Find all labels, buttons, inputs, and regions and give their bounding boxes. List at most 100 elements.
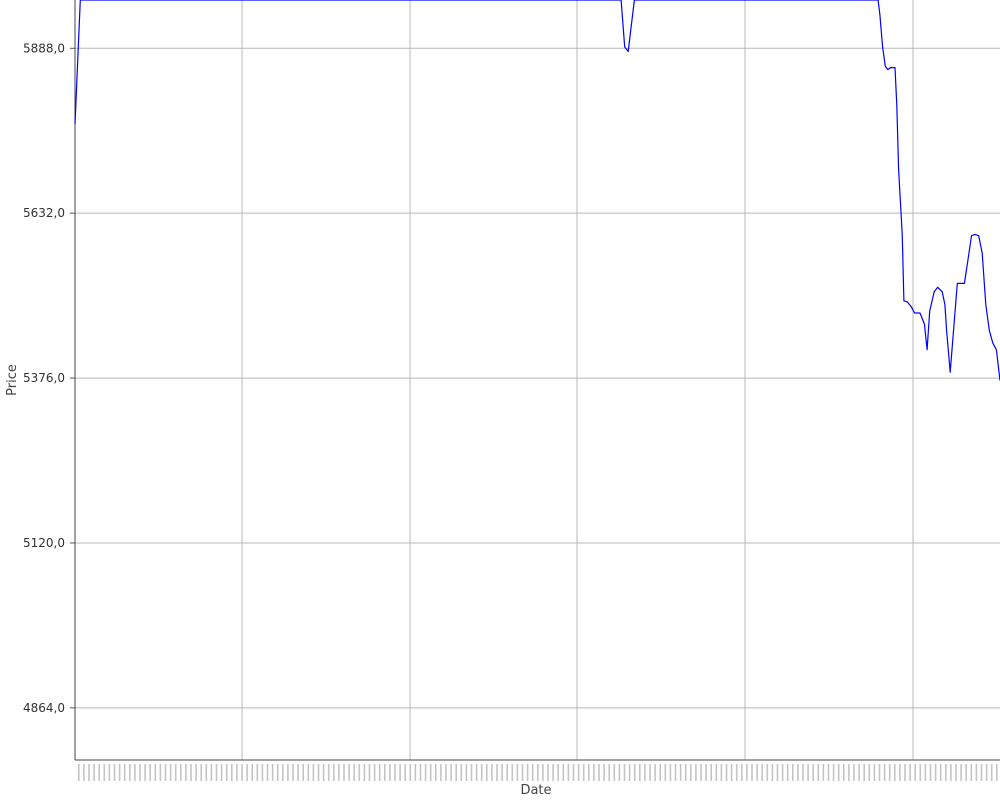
x-tick-label <box>496 764 498 781</box>
x-tick-label <box>327 764 330 781</box>
x-tick-label <box>945 764 947 781</box>
x-tick-label <box>690 764 692 781</box>
x-tick-label <box>924 764 927 781</box>
x-tick-label <box>577 764 580 781</box>
x-tick-label <box>700 764 702 781</box>
x-tick-label <box>225 764 228 781</box>
x-tick-label <box>822 764 825 781</box>
x-tick-label <box>343 764 345 781</box>
x-tick-label <box>470 764 473 781</box>
x-tick-label <box>440 764 442 781</box>
x-tick-label <box>460 764 463 781</box>
x-tick-label <box>414 764 417 781</box>
x-tick-label <box>292 764 294 781</box>
x-tick-label <box>215 764 218 781</box>
x-tick-label <box>751 764 753 781</box>
x-tick-label <box>567 764 570 781</box>
x-tick-label <box>409 764 412 781</box>
x-tick-label <box>781 764 784 781</box>
x-tick-label <box>679 764 682 781</box>
x-tick-label <box>185 764 187 781</box>
x-tick-label <box>863 764 865 781</box>
price-series-line <box>74 0 1000 381</box>
y-axis-title: Price <box>5 364 20 396</box>
x-tick-label <box>572 764 575 781</box>
x-tick-label <box>220 764 223 781</box>
x-tick-label <box>78 764 80 781</box>
gridlines <box>75 0 1000 760</box>
y-tick-label: 5120,0 <box>23 536 65 550</box>
x-tick-label <box>134 764 136 781</box>
x-tick-label <box>317 764 320 781</box>
x-tick-label <box>832 764 835 781</box>
x-tick-label <box>506 764 508 781</box>
x-tick-label <box>725 764 728 781</box>
x-tick-label <box>83 764 85 781</box>
x-tick-label <box>307 764 310 781</box>
x-tick-label <box>705 764 707 781</box>
x-tick-label <box>593 764 595 781</box>
x-tick-label <box>792 764 794 781</box>
x-tick-label <box>491 764 493 781</box>
x-tick-label <box>180 764 182 781</box>
x-tick-label <box>654 764 656 781</box>
x-tick-label <box>373 764 376 781</box>
x-tick-label <box>914 764 916 781</box>
x-tick-label <box>588 764 590 781</box>
x-tick-label <box>848 764 850 781</box>
x-tick-label <box>404 764 406 781</box>
x-tick-label <box>894 764 896 781</box>
x-tick-label <box>720 764 723 781</box>
x-tick-label <box>786 764 789 781</box>
x-tick-label <box>276 764 279 781</box>
x-tick-label <box>389 764 391 781</box>
x-tick-label <box>501 764 503 781</box>
x-tick-label <box>644 764 646 781</box>
x-tick-label <box>771 764 774 781</box>
x-tick-label <box>562 764 565 781</box>
x-tick-label <box>154 764 157 781</box>
x-tick-label <box>996 764 998 781</box>
x-tick-label <box>363 764 366 781</box>
x-tick-label <box>797 764 799 781</box>
x-tick-label <box>312 764 315 781</box>
x-tick-label <box>322 764 325 781</box>
x-tick-label <box>394 764 396 781</box>
x-tick-label <box>108 764 111 781</box>
x-tick-label <box>843 764 845 781</box>
x-tick-label <box>424 764 427 781</box>
x-tick-label <box>353 764 355 781</box>
x-tick-label <box>980 764 983 781</box>
x-tick-label <box>970 764 973 781</box>
x-tick-label <box>730 764 733 781</box>
x-tick-label <box>88 764 90 781</box>
x-tick-label <box>384 764 386 781</box>
x-tick-label <box>475 764 478 781</box>
x-tick-label <box>888 764 891 781</box>
x-axis-title: Date <box>520 783 551 798</box>
x-tick-label <box>598 764 600 781</box>
x-tick-label <box>174 764 177 781</box>
x-tick-label <box>93 764 95 781</box>
x-tick-label <box>287 764 289 781</box>
y-tick-label: 4864,0 <box>23 701 65 715</box>
x-tick-label <box>123 764 126 781</box>
x-tick-label <box>827 764 830 781</box>
x-tick-label <box>873 764 876 781</box>
x-tick-label <box>378 764 381 781</box>
x-tick-label <box>511 764 514 781</box>
x-tick-label <box>297 764 299 781</box>
x-tick-label <box>741 764 743 781</box>
x-tick-label <box>266 764 269 781</box>
x-tick-label <box>445 764 447 781</box>
x-tick-label <box>236 764 238 781</box>
x-tick-label <box>98 764 100 781</box>
x-tick-label <box>103 764 106 781</box>
y-tick-label: 5888,0 <box>23 41 65 55</box>
x-tick-label <box>200 764 202 781</box>
x-tick-label <box>878 764 881 781</box>
x-tick-label <box>776 764 779 781</box>
x-tick-label <box>246 764 248 781</box>
x-tick-label <box>521 764 524 781</box>
x-tick-label <box>628 764 631 781</box>
